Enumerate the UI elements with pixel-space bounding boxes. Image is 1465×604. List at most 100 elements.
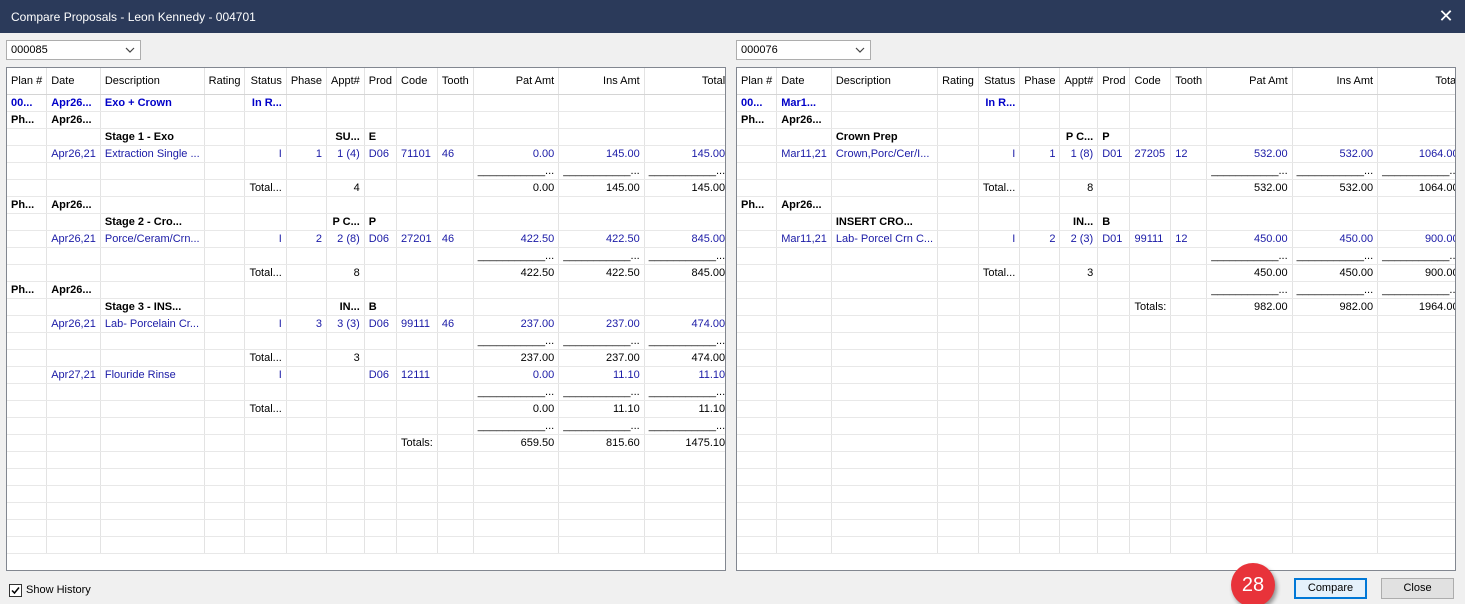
column-header-description[interactable]: Description — [100, 68, 205, 95]
cell-tooth — [437, 111, 474, 129]
column-header-description[interactable]: Description — [831, 68, 939, 95]
table-row-stage[interactable]: Stage 1 - Exo SU... E — [7, 128, 725, 146]
table-row-sep[interactable]: ___________... ___________... ___________.… — [737, 162, 1455, 180]
cell-date — [46, 179, 101, 197]
table-row-sep[interactable]: ___________... ___________... ___________.… — [737, 281, 1455, 299]
compare-button[interactable]: Compare — [1294, 578, 1367, 599]
table-row-plan[interactable]: 00... Apr26... Exo + Crown In R... — [7, 94, 725, 112]
column-header-date[interactable]: Date — [776, 68, 832, 95]
table-row-total[interactable]: Total... 4 0.00 145.00 145.00 — [7, 179, 725, 197]
checkmark-icon — [11, 587, 20, 595]
cell-empty — [558, 468, 645, 486]
column-header-total[interactable]: Total — [1377, 68, 1455, 95]
cell-empty — [1170, 502, 1208, 520]
cell-empty — [437, 485, 474, 503]
cell-phase — [286, 281, 328, 299]
cell-empty — [978, 519, 1021, 537]
table-row-sep[interactable]: ___________... ___________... ___________.… — [7, 247, 725, 265]
cell-empty — [1292, 383, 1379, 401]
cell-total: 845.00 — [644, 264, 725, 282]
table-row-sep[interactable]: ___________... ___________... ___________.… — [7, 383, 725, 401]
right-proposal-select[interactable]: 000076 — [736, 40, 871, 60]
column-header-status[interactable]: Status — [244, 68, 287, 95]
right-proposal-grid[interactable]: Plan # Date Description Rating Status Phase Ap… — [736, 67, 1456, 571]
close-icon[interactable]: ✕ — [1436, 6, 1456, 26]
table-row-total[interactable]: Total... 8 422.50 422.50 845.00 — [7, 264, 725, 282]
cell-plan — [737, 230, 778, 248]
cell-code — [1129, 264, 1172, 282]
cell-description: Stage 3 - INS... — [100, 298, 205, 316]
table-row-stage[interactable]: Stage 2 - Cro... P C... P — [7, 213, 725, 231]
table-row-proc[interactable]: Mar11,21 Crown,Porc/Cer/I... I 1 1 (8) D01 272… — [737, 145, 1455, 163]
right-proposal-table: Plan # Date Description Rating Status Phase Ap… — [737, 68, 1455, 554]
table-row-total[interactable]: Total... 3 450.00 450.00 900.00 — [737, 264, 1455, 282]
close-button[interactable]: Close — [1381, 578, 1454, 599]
show-history-checkbox[interactable] — [9, 584, 22, 597]
table-row-stage[interactable]: Stage 3 - INS... IN... B — [7, 298, 725, 316]
column-header-pat-amt[interactable]: Pat Amt — [1206, 68, 1293, 95]
table-row-total[interactable]: Totals: 982.00 982.00 1964.00 — [737, 298, 1455, 316]
table-row-proc[interactable]: Apr27,21 Flouride Rinse I D06 12111 0.00 11.10… — [7, 366, 725, 384]
column-header-status[interactable]: Status — [978, 68, 1021, 95]
column-header-appt[interactable]: Appt# — [1059, 68, 1099, 95]
table-row-sep[interactable]: ___________... ___________... ___________.… — [7, 162, 725, 180]
cell-code — [396, 162, 438, 180]
cell-tooth — [1170, 281, 1208, 299]
cell-prod — [1097, 247, 1131, 265]
column-header-pat-amt[interactable]: Pat Amt — [473, 68, 560, 95]
table-row-phase[interactable]: Ph... Apr26... — [7, 111, 725, 129]
table-row-sep[interactable]: ___________... ___________... ___________.… — [7, 332, 725, 350]
table-row-stage[interactable]: INSERT CRO... IN... B — [737, 213, 1455, 231]
column-header-prod[interactable]: Prod — [1097, 68, 1131, 95]
table-row-proc[interactable]: Mar11,21 Lab- Porcel Crn C... I 2 2 (3) D01 99… — [737, 230, 1455, 248]
cell-phase — [286, 128, 328, 146]
cell-prod — [364, 247, 398, 265]
column-header-tooth[interactable]: Tooth — [1170, 68, 1208, 95]
table-row-total[interactable]: Total... 3 237.00 237.00 474.00 — [7, 349, 725, 367]
cell-total — [644, 298, 725, 316]
cell-pat-amt: 237.00 — [473, 349, 560, 367]
table-row-total[interactable]: Total... 0.00 11.10 11.10 — [7, 400, 725, 418]
cell-ins-amt — [558, 281, 645, 299]
cell-appt: IN... — [326, 298, 365, 316]
table-row-empty — [737, 383, 1455, 401]
cell-rating — [204, 434, 246, 452]
table-row-stage[interactable]: Crown Prep P C... P — [737, 128, 1455, 146]
column-header-plan[interactable]: Plan # — [7, 68, 48, 95]
table-row-proc[interactable]: Apr26,21 Lab- Porcelain Cr... I 3 3 (3) D06 99… — [7, 315, 725, 333]
table-row-phase[interactable]: Ph... Apr26... — [737, 196, 1455, 214]
table-row-proc[interactable]: Apr26,21 Extraction Single ... I 1 1 (4) D06 7… — [7, 145, 725, 163]
cell-phase — [1019, 162, 1061, 180]
column-header-date[interactable]: Date — [46, 68, 101, 95]
table-row-phase[interactable]: Ph... Apr26... — [7, 196, 725, 214]
cell-empty — [100, 502, 205, 520]
cell-empty — [1019, 519, 1061, 537]
column-header-phase[interactable]: Phase — [286, 68, 328, 95]
cell-date — [776, 128, 832, 146]
table-row-phase[interactable]: Ph... Apr26... — [7, 281, 725, 299]
table-row-total[interactable]: Totals: 659.50 815.60 1475.10 — [7, 434, 725, 452]
column-header-prod[interactable]: Prod — [364, 68, 398, 95]
table-row-proc[interactable]: Apr26,21 Porce/Ceram/Crn... I 2 2 (8) D06 2720… — [7, 230, 725, 248]
table-row-sep[interactable]: ___________... ___________... ___________.… — [737, 247, 1455, 265]
column-header-ins-amt[interactable]: Ins Amt — [1292, 68, 1379, 95]
table-row-sep[interactable]: ___________... ___________... ___________.… — [7, 417, 725, 435]
table-row-plan[interactable]: 00... Mar1... In R... — [737, 94, 1455, 112]
left-proposal-select[interactable]: 000085 — [6, 40, 141, 60]
cell-ins-amt — [1292, 128, 1379, 146]
column-header-tooth[interactable]: Tooth — [437, 68, 474, 95]
table-row-total[interactable]: Total... 8 532.00 532.00 1064.00 — [737, 179, 1455, 197]
column-header-appt[interactable]: Appt# — [326, 68, 365, 95]
column-header-rating[interactable]: Rating — [937, 68, 979, 95]
column-header-rating[interactable]: Rating — [204, 68, 246, 95]
column-header-ins-amt[interactable]: Ins Amt — [558, 68, 645, 95]
cell-status: Total... — [244, 349, 287, 367]
column-header-phase[interactable]: Phase — [1019, 68, 1061, 95]
column-header-code[interactable]: Code — [1129, 68, 1172, 95]
table-row-phase[interactable]: Ph... Apr26... — [737, 111, 1455, 129]
column-header-code[interactable]: Code — [396, 68, 438, 95]
left-proposal-grid[interactable]: Plan # Date Description Rating Status Phase Ap… — [6, 67, 726, 571]
column-header-total[interactable]: Total — [644, 68, 725, 95]
column-header-plan[interactable]: Plan # — [737, 68, 778, 95]
cell-total — [1377, 196, 1455, 214]
